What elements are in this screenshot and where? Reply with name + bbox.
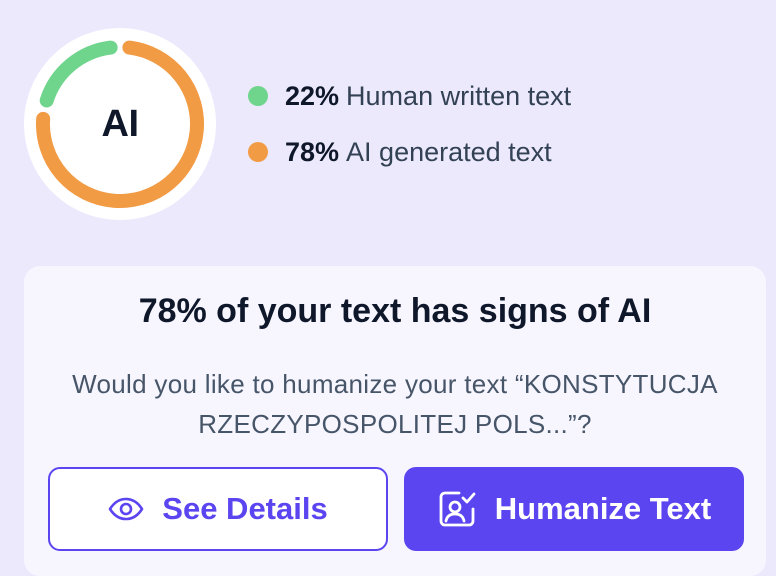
legend-item-human: 22% Human written text (248, 74, 571, 118)
ai-score-gauge: AI (24, 28, 216, 220)
humanize-question-line-1: Would you like to humanize your text “KO… (72, 369, 718, 399)
see-details-button[interactable]: See Details (48, 467, 388, 551)
legend-dot-ai (248, 142, 268, 162)
result-title: 78% of your text has signs of AI (138, 292, 652, 330)
eye-icon (108, 497, 144, 521)
user-check-icon (437, 489, 477, 529)
result-card: 78% of your text has signs of AI Would y… (24, 266, 766, 576)
legend-dot-human (248, 86, 268, 106)
legend-text-human: Human written text (346, 80, 572, 111)
humanize-text-button[interactable]: Humanize Text (404, 467, 744, 551)
see-details-label: See Details (162, 491, 328, 526)
legend-item-ai: 78% AI generated text (248, 130, 571, 174)
humanize-question: Would you like to humanize your text “KO… (24, 364, 766, 444)
humanize-question-line-2: RZECZYPOSPOLITEJ POLS...”? (198, 409, 592, 439)
score-legend: 22% Human written text 78% AI generated … (248, 74, 571, 186)
legend-percent-human: 22% (285, 80, 340, 111)
legend-percent-ai: 78% (285, 136, 340, 167)
humanize-text-label: Humanize Text (494, 491, 712, 526)
legend-text-ai: AI generated text (346, 136, 552, 167)
gauge-label: AI (101, 102, 140, 145)
